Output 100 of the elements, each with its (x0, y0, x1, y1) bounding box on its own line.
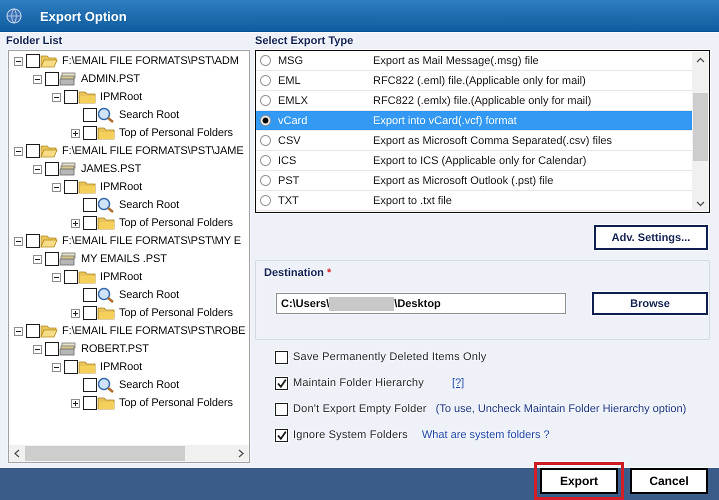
format-name: CSV (278, 134, 302, 146)
open-folder-icon (40, 324, 58, 338)
expand-icon[interactable] (71, 128, 80, 138)
export-type-row[interactable]: CSV Export as Microsoft Comma Separated(.csv) files (256, 131, 692, 151)
collapse-icon[interactable] (52, 272, 61, 282)
radio-button (260, 135, 271, 146)
format-name: ICS (278, 154, 298, 166)
export-type-row[interactable]: TXT Export to .txt file (256, 191, 692, 211)
checkbox[interactable] (45, 342, 59, 356)
export-button[interactable]: Export (540, 468, 618, 494)
option-label: Ignore System Folders (293, 429, 408, 441)
help-link[interactable]: [?] (452, 377, 464, 389)
scroll-up-icon (696, 56, 705, 65)
checkbox[interactable] (45, 72, 59, 86)
checkbox[interactable] (83, 216, 97, 230)
checkbox[interactable] (26, 144, 40, 158)
adv-settings-button[interactable]: Adv. Settings... (594, 225, 708, 250)
checkbox[interactable] (64, 180, 78, 194)
folder-icon (78, 360, 96, 374)
folder-icon (78, 180, 96, 194)
checkbox[interactable] (275, 350, 288, 364)
format-description: Export to .txt file (373, 194, 452, 206)
checkbox[interactable] (83, 288, 97, 302)
folder-icon (97, 126, 115, 140)
export-type-row[interactable]: ICS Export to ICS (Applicable only for Calendar) (256, 151, 692, 171)
tree-item[interactable]: F:\EMAIL FILE FORMATS\PST\ADM (62, 55, 239, 67)
checkbox[interactable] (45, 252, 59, 266)
open-folder-icon (40, 144, 58, 158)
checkbox[interactable] (64, 270, 78, 284)
scroll-left-icon (13, 449, 21, 458)
checkbox[interactable] (83, 378, 97, 392)
group-title: Destination (264, 267, 324, 279)
collapse-icon[interactable] (33, 164, 42, 174)
collapse-icon[interactable] (14, 236, 23, 246)
checkbox[interactable] (83, 108, 97, 122)
collapse-icon[interactable] (14, 146, 23, 156)
checkbox[interactable] (83, 396, 97, 410)
tree-item[interactable]: IPMRoot (100, 91, 142, 103)
checkbox[interactable] (64, 90, 78, 104)
scrollbar[interactable] (692, 51, 709, 212)
collapse-icon[interactable] (33, 254, 42, 264)
tree-item[interactable]: Top of Personal Folders (119, 307, 233, 319)
tree-item[interactable]: Search Root (119, 379, 180, 391)
tree-item[interactable]: IPMRoot (100, 271, 142, 283)
tree-item[interactable]: Top of Personal Folders (119, 217, 233, 229)
checkbox[interactable] (26, 324, 40, 338)
tree-item[interactable]: Top of Personal Folders (119, 397, 233, 409)
collapse-icon[interactable] (33, 344, 42, 354)
checkbox[interactable] (26, 234, 40, 248)
checkbox[interactable] (275, 376, 288, 390)
checkbox[interactable] (83, 306, 97, 320)
export-type-row[interactable]: PST Export as Microsoft Outlook (.pst) file (256, 171, 692, 191)
format-description: Export as Mail Message(.msg) file (373, 54, 539, 66)
tree-item[interactable]: F:\EMAIL FILE FORMATS\PST\ROBE (62, 325, 246, 337)
horizontal-scrollbar[interactable] (9, 445, 249, 462)
tree-item[interactable]: IPMRoot (100, 181, 142, 193)
checkbox[interactable] (26, 54, 40, 68)
tree-item[interactable]: F:\EMAIL FILE FORMATS\PST\JAME (62, 145, 244, 157)
format-name: EMLX (278, 94, 309, 106)
tree-item[interactable]: Search Root (119, 199, 180, 211)
tree-item[interactable]: MY EMAILS .PST (81, 253, 167, 265)
checkbox[interactable] (275, 428, 288, 442)
tree-item[interactable]: IPMRoot (100, 361, 142, 373)
globe-icon (6, 8, 22, 24)
format-name: TXT (278, 194, 300, 206)
checkbox[interactable] (45, 162, 59, 176)
expand-icon[interactable] (71, 398, 80, 408)
export-type-row[interactable]: EML RFC822 (.eml) file.(Applicable only for mail) (256, 71, 692, 91)
collapse-icon[interactable] (52, 182, 61, 192)
checkbox[interactable] (83, 198, 97, 212)
cancel-button[interactable]: Cancel (630, 468, 708, 494)
radio-button (260, 155, 271, 166)
expand-icon[interactable] (71, 218, 80, 228)
collapse-icon[interactable] (52, 92, 61, 102)
browse-button[interactable]: Browse (592, 292, 708, 315)
expand-icon[interactable] (71, 308, 80, 318)
tree-item[interactable]: F:\EMAIL FILE FORMATS\PST\MY E (62, 235, 241, 247)
panel-title: Select Export Type (255, 34, 354, 49)
collapse-icon[interactable] (33, 74, 42, 84)
required-mark: * (326, 267, 332, 279)
checkbox[interactable] (83, 126, 97, 140)
tree-item[interactable]: JAMES.PST (81, 163, 142, 175)
collapse-icon[interactable] (14, 56, 23, 66)
tree-item[interactable]: ADMIN.PST (81, 73, 140, 85)
magnifier-icon (97, 107, 115, 123)
tree-item[interactable]: Search Root (119, 109, 180, 121)
checkbox[interactable] (64, 360, 78, 374)
tree-item[interactable]: Search Root (119, 289, 180, 301)
radio-button (260, 175, 271, 186)
checkbox[interactable] (275, 402, 288, 416)
collapse-icon[interactable] (14, 326, 23, 336)
export-type-row[interactable]: MSG Export as Mail Message(.msg) file (256, 51, 692, 71)
tree-item[interactable]: ROBERT.PST (81, 343, 149, 355)
format-description: Export to ICS (Applicable only for Calendar) (373, 154, 586, 166)
help-link[interactable]: What are system folders ? (422, 429, 550, 441)
collapse-icon[interactable] (52, 362, 61, 372)
format-name: PST (278, 174, 300, 186)
folder-tree[interactable] (8, 50, 250, 463)
tree-item[interactable]: Top of Personal Folders (119, 127, 233, 139)
destination-field[interactable]: C:\Users\ \Desktop (276, 293, 566, 314)
